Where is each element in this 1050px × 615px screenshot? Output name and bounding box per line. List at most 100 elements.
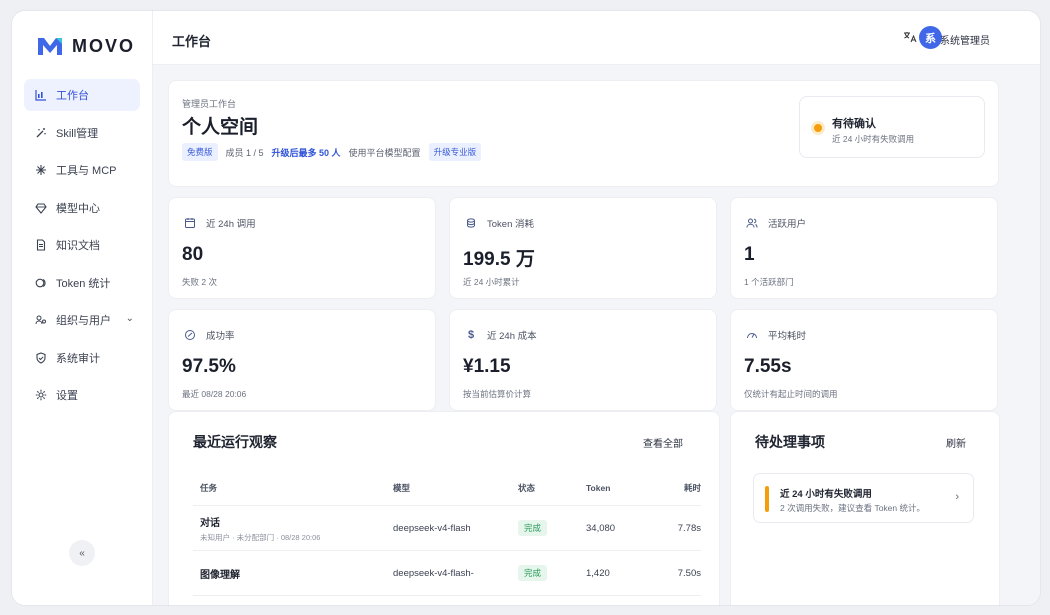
stat-note: 1 个活跃部门 [744,277,794,287]
stat-value: 7.55s [744,356,792,377]
dollar-icon: $ [467,329,475,341]
stat-note: 最近 08/28 20:06 [182,389,247,399]
stat-card-token: Token 消耗 199.5 万 近 24 小时累计 [449,197,717,299]
upgrade-hint: 升级后最多 50 人 [271,147,341,158]
status-badge: 完成 [518,565,548,581]
magic-wand-icon [34,126,48,140]
stat-note: 按当前估算价计算 [463,389,532,399]
stat-label: 近 24h 调用 [206,219,256,230]
sidebar-nav: 工作台 Skill管理 工具与 MCP 模型中心 知识文档 Token 统计 组… [24,79,140,417]
sidebar-item-org-users[interactable]: 组织与用户 ⌄ [24,304,140,336]
duration: 7.78s [677,522,701,534]
chart-icon [34,88,48,102]
pending-title: 有待确认 [832,118,876,130]
view-all-link[interactable]: 查看全部 [643,435,683,450]
task-name: 图像理解 [200,569,240,581]
stat-label: 活跃用户 [768,219,807,230]
gauge-icon [744,327,760,343]
avatar[interactable]: 系 [919,26,942,49]
org-icon [34,313,48,327]
table-row[interactable]: 对话 未知用户 · 未分配部门 · 08/28 20:06 deepseek-v… [193,506,701,551]
calendar-icon [182,215,198,231]
stat-card-cost: $ 近 24h 成本 ¥1.15 按当前估算价计算 [449,309,717,411]
member-count: 成员 1 / 5 [225,147,264,158]
sidebar-item-skill[interactable]: Skill管理 [24,117,140,149]
translate-icon[interactable] [903,31,917,46]
sidebar: MOVO 工作台 Skill管理 工具与 MCP 模型中心 知识文档 Token… [12,11,153,605]
sidebar-item-docs[interactable]: 知识文档 [24,229,140,261]
stat-card-active-users: 活跃用户 1 1 个活跃部门 [730,197,998,299]
stat-label: 平均耗时 [768,331,807,342]
sidebar-item-label: 知识文档 [56,240,100,252]
gear-icon [34,388,48,402]
column-header: 任务 [200,482,218,493]
double-chevron-left-icon: « [79,547,85,559]
pending-desc: 近 24 小时有失败调用 [832,134,915,144]
token-count: 34,080 [586,522,616,534]
shield-icon [34,351,48,365]
diamond-icon [34,201,48,215]
upgrade-pro-button[interactable]: 升级专业版 [428,143,482,161]
column-header: Token [586,482,611,493]
main-content: 管理员工作台 个人空间 免费版 成员 1 / 5 升级后最多 50 人 使用平台… [153,65,1040,605]
column-header: 状态 [518,482,536,493]
user-name[interactable]: 系统管理员 [940,32,990,47]
logo-text: MOVO [72,35,136,56]
workspace-subtitle: 管理员工作台 [182,99,237,109]
todo-card: 待处理事项 刷新 近 24 小时有失败调用 2 次调用失败，建议查看 Token… [730,411,1000,605]
token-icon [34,276,48,290]
sidebar-item-settings[interactable]: 设置 [24,379,140,411]
table-row[interactable]: 图像理解 deepseek-v4-flash- 完成 1,420 7.50s [193,551,701,596]
todo-item[interactable]: 近 24 小时有失败调用 2 次调用失败，建议查看 Token 统计。 › [753,473,974,523]
pending-confirm-box[interactable]: 有待确认 近 24 小时有失败调用 [799,96,985,158]
stat-card-calls: 近 24h 调用 80 失败 2 次 [168,197,436,299]
recent-runs-card: 最近运行观察 查看全部 任务 模型 状态 Token 耗时 对话 未知用户 · … [168,411,720,605]
sidebar-item-token-stats[interactable]: Token 统计 [24,267,140,299]
sidebar-item-workbench[interactable]: 工作台 [24,79,140,111]
stat-value: 1 [744,244,755,265]
chevron-right-icon: › [955,491,959,503]
sidebar-item-audit[interactable]: 系统审计 [24,342,140,374]
stat-label: 近 24h 成本 [487,331,537,342]
column-header: 模型 [393,482,411,493]
stat-note: 近 24 小时累计 [463,277,520,287]
logo-icon [38,38,62,55]
status-badge: 完成 [518,520,548,536]
workspace-card: 管理员工作台 个人空间 免费版 成员 1 / 5 升级后最多 50 人 使用平台… [168,80,999,187]
workspace-title: 个人空间 [182,117,259,138]
stat-value: 80 [182,244,204,265]
users-icon [744,215,760,231]
stat-value: ¥1.15 [463,356,511,377]
todo-item-desc: 2 次调用失败，建议查看 Token 统计。 [780,503,925,513]
app-window: MOVO 工作台 Skill管理 工具与 MCP 模型中心 知识文档 Token… [11,10,1041,606]
sidebar-item-tools-mcp[interactable]: 工具与 MCP [24,154,140,186]
token-count: 1,420 [586,567,610,579]
sidebar-item-label: 组织与用户 [56,315,111,327]
todo-item-title: 近 24 小时有失败调用 [780,489,872,500]
stat-label: 成功率 [206,331,235,342]
coins-icon [463,215,479,231]
stat-note: 失败 2 次 [182,277,217,287]
collapse-sidebar-button[interactable]: « [69,540,95,566]
stat-label: Token 消耗 [487,219,534,230]
workspace-info-row: 免费版 成员 1 / 5 升级后最多 50 人 使用平台模型配置 升级专业版 [182,143,482,161]
sidebar-item-label: 工作台 [56,90,89,102]
chevron-down-icon: ⌄ [125,313,134,324]
plan-badge: 免费版 [182,143,218,161]
stat-note: 仅统计有起止时间的调用 [744,389,838,399]
task-name: 对话 [200,517,220,529]
topbar: 工作台 系 系统管理员 [153,11,1040,65]
table-header: 任务 模型 状态 Token 耗时 [193,470,701,506]
model-name: deepseek-v4-flash [393,522,471,534]
sidebar-item-label: 模型中心 [56,202,100,215]
logo[interactable]: MOVO [36,35,135,57]
recent-runs-title: 最近运行观察 [193,434,277,450]
sidebar-item-label: 设置 [56,390,78,402]
refresh-button[interactable]: 刷新 [946,435,966,450]
tools-icon [34,163,48,177]
page-title: 工作台 [172,34,212,49]
model-config-text: 使用平台模型配置 [348,147,421,158]
sidebar-item-label: Skill管理 [56,127,99,140]
stat-value: 199.5 万 [463,249,535,270]
sidebar-item-models[interactable]: 模型中心 [24,192,140,224]
